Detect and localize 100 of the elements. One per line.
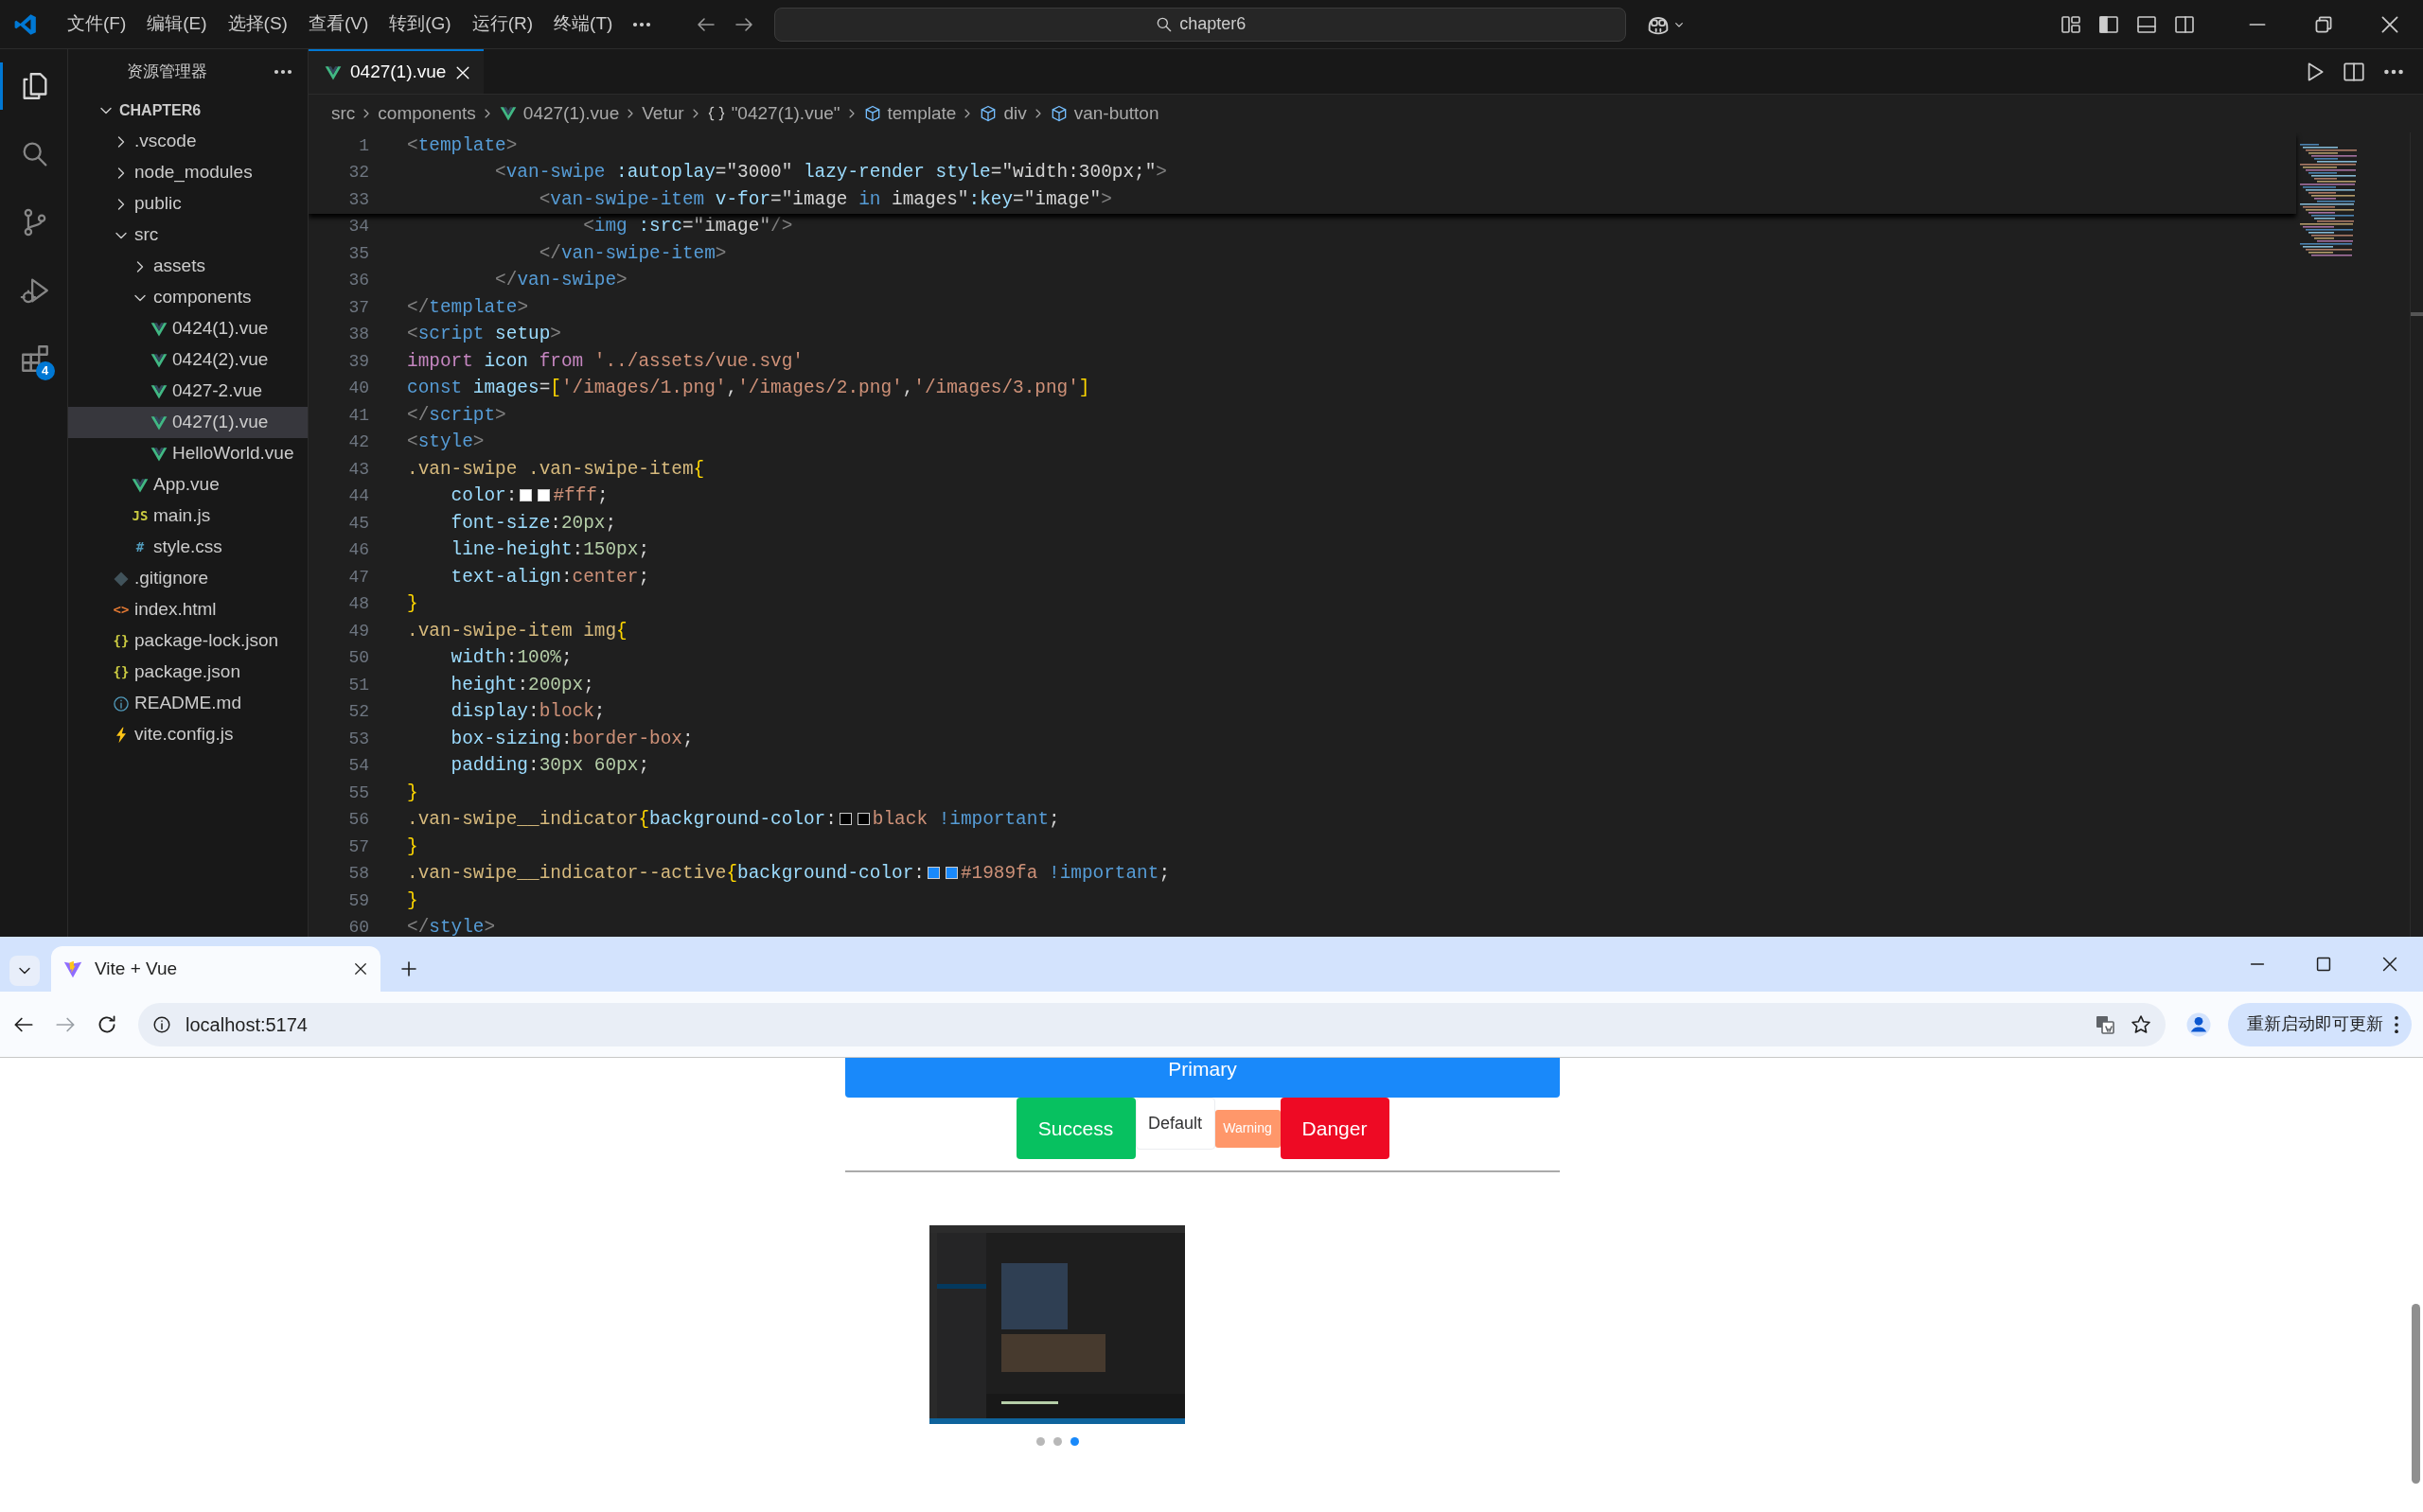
address-text: localhost:5174	[186, 1012, 309, 1037]
line-number: 48	[347, 593, 369, 616]
code-line: line-height:150px;	[450, 538, 649, 563]
tree-item[interactable]: components	[68, 282, 308, 313]
tree-item-label: public	[134, 192, 182, 216]
search-text: chapter6	[1179, 13, 1247, 35]
line-number: 1	[358, 134, 369, 157]
breadcrumb-item[interactable]: 0427(1).vue	[498, 99, 620, 128]
tree-item-label: 0427-2.vue	[172, 379, 263, 403]
menu-item[interactable]: 编辑(E)	[136, 7, 218, 42]
tree-item[interactable]: JS main.js	[68, 501, 308, 532]
tree-item[interactable]: .gitignore	[68, 563, 308, 594]
close-icon[interactable]	[352, 960, 369, 977]
tree-item-label: index.html	[134, 598, 217, 622]
tree-item[interactable]: 0427(1).vue	[68, 407, 308, 438]
line-number: 47	[347, 566, 369, 589]
menu-item[interactable]: 选择(S)	[217, 7, 298, 42]
tree-item-label: 0424(1).vue	[172, 317, 269, 341]
line-number: 50	[347, 647, 369, 670]
code-line: color: #fff;	[450, 484, 609, 509]
line-number: 56	[347, 809, 369, 832]
update-button[interactable]: 重新启动即可更新	[2228, 1002, 2412, 1046]
menu-item[interactable]: 终端(T)	[543, 7, 624, 42]
star-icon[interactable]	[2130, 1012, 2152, 1036]
vue-logo-icon	[498, 104, 518, 123]
line-number: 39	[347, 350, 369, 373]
line-number: 42	[347, 431, 369, 454]
line-number: 60	[347, 917, 369, 937]
tree-item[interactable]: 0424(2).vue	[68, 344, 308, 376]
code-line: height:200px;	[450, 673, 594, 697]
count-badge: 4	[35, 361, 55, 380]
primary-button[interactable]: Primary	[845, 1058, 1560, 1098]
menu-item[interactable]: 文件(F)	[57, 7, 137, 42]
code-line: <script setup>	[407, 323, 561, 347]
breadcrumb-item[interactable]: src	[331, 99, 356, 128]
tab-list-button[interactable]	[9, 956, 40, 986]
tree-item[interactable]: src	[68, 220, 308, 251]
danger-button[interactable]: Danger	[1280, 1098, 1389, 1159]
code-line: box-sizing:border-box;	[450, 727, 694, 751]
line-number: 45	[347, 512, 369, 535]
code-line: .van-swipe .van-swipe-item{	[407, 457, 705, 482]
code-line: }	[407, 835, 418, 859]
tree-item[interactable]: 0427-2.vue	[68, 376, 308, 407]
default-button[interactable]: Default	[1135, 1098, 1215, 1150]
editor-tab[interactable]: 0427(1).vue	[309, 49, 485, 94]
code-line: width:100%;	[450, 646, 573, 671]
tree-item-label: assets	[153, 255, 205, 278]
code-line: padding:30px 60px;	[450, 754, 649, 779]
browser-tab[interactable]: Vite + Vue	[51, 946, 380, 992]
tree-item[interactable]: .vscode	[68, 126, 308, 157]
tree-item[interactable]: # style.css	[68, 532, 308, 563]
code-line: <img :src="image"/>	[582, 215, 793, 239]
breadcrumb-item[interactable]: Vetur	[642, 99, 684, 128]
tree-item-label: App.vue	[153, 473, 220, 497]
slide-indicator[interactable]	[1070, 1437, 1079, 1446]
search-field[interactable]: chapter6	[774, 7, 1627, 42]
tree-item-label: .gitignore	[134, 567, 209, 590]
line-number: 55	[347, 782, 369, 804]
tree-item-label: vite.config.js	[134, 723, 234, 747]
menu-item[interactable]: 查看(V)	[297, 7, 380, 42]
tree-item[interactable]: assets	[68, 251, 308, 282]
tree-item-label: .vscode	[134, 130, 197, 153]
tree-item-label: main.js	[153, 504, 211, 528]
activity-button[interactable]: 4	[0, 335, 68, 382]
tree-item[interactable]: {} package-lock.json	[68, 625, 308, 657]
line-number: 54	[347, 755, 369, 778]
menu-item[interactable]: 运行(R)	[461, 7, 544, 42]
tree-item[interactable]: App.vue	[68, 469, 308, 501]
tree-item[interactable]: CHAPTER6	[68, 95, 308, 126]
tree-item[interactable]: HelloWorld.vue	[68, 438, 308, 469]
tree-item[interactable]: vite.config.js	[68, 719, 308, 750]
tree-item-label: src	[134, 223, 159, 247]
tree-item[interactable]: public	[68, 188, 308, 220]
tree-item-label: 0427(1).vue	[172, 411, 269, 434]
code-line: font-size:20px;	[450, 511, 617, 536]
scrollbar[interactable]	[2410, 132, 2423, 937]
vscode-logo-icon	[13, 11, 38, 37]
code-line: }	[407, 592, 418, 617]
tree-item-label: package.json	[134, 660, 240, 684]
menu-item[interactable]: 转到(G)	[379, 7, 462, 42]
tree-item-label: style.css	[153, 536, 222, 559]
tree-item[interactable]: {} package.json	[68, 657, 308, 688]
code-line: import icon from '../assets/vue.svg'	[407, 349, 804, 374]
line-number: 35	[347, 242, 369, 265]
line-number: 43	[347, 458, 369, 481]
line-number: 51	[347, 674, 369, 696]
tree-item[interactable]: <> index.html	[68, 594, 308, 625]
code-line: display:block;	[450, 700, 606, 725]
breadcrumb-item[interactable]: template	[862, 99, 957, 128]
breadcrumb-item[interactable]: van-button	[1049, 99, 1159, 128]
breadcrumb-item[interactable]: "0427(1).vue"	[706, 99, 840, 128]
tree-item-label: README.md	[134, 692, 241, 715]
braces-icon	[706, 104, 726, 123]
tree-item[interactable]: node_modules	[68, 157, 308, 188]
tree-item[interactable]: 0424(1).vue	[68, 313, 308, 344]
breadcrumb-item[interactable]: div	[979, 99, 1027, 128]
tree-item[interactable]: README.md	[68, 688, 308, 719]
code-line: <van-swipe-item v-for="image in images":key="image">	[538, 187, 1112, 212]
breadcrumb-item[interactable]: components	[378, 99, 476, 128]
address-bar[interactable]: localhost:5174	[138, 1002, 2166, 1046]
